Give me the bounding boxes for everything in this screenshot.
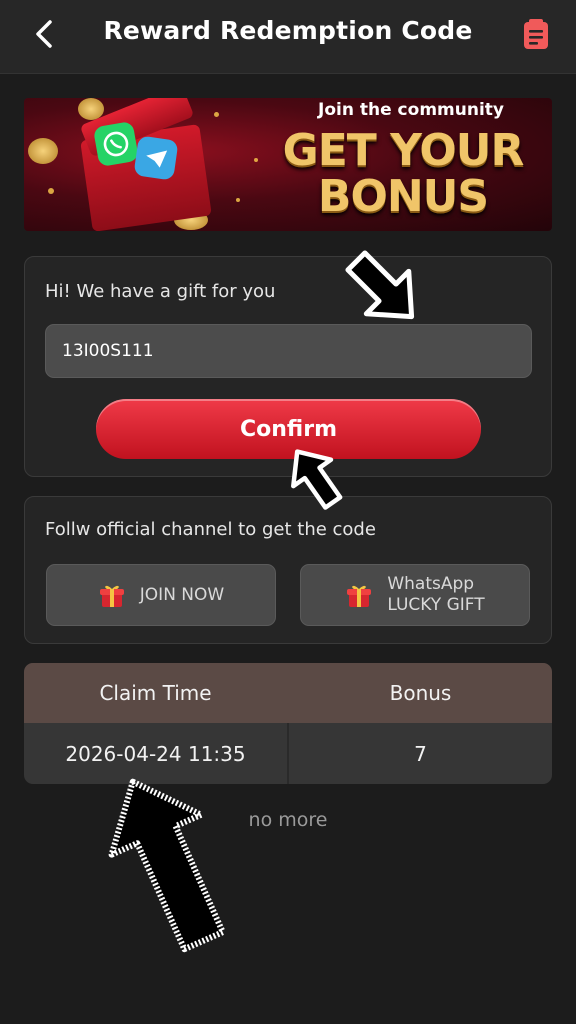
whatsapp-lucky-gift-button[interactable]: WhatsApp LUCKY GIFT [300, 564, 530, 626]
claim-history-table: Claim Time Bonus 2026-04-24 11:35 7 [24, 663, 552, 784]
bonus-header: Bonus [389, 681, 452, 705]
clipboard-list-icon [524, 19, 548, 49]
whatsapp-icon [92, 120, 140, 168]
redemption-code-input[interactable] [45, 324, 532, 378]
pointer-arrow-icon [291, 449, 343, 510]
whatsapp-label: WhatsApp [387, 574, 475, 594]
table-header-row: Claim Time Bonus [24, 663, 552, 723]
claim-time-header: Claim Time [99, 681, 212, 705]
gift-icon [99, 585, 124, 607]
lucky-gift-label: LUCKY GIFT [387, 595, 485, 615]
pointer-arrow-icon [345, 250, 415, 320]
claim-time-cell: 2026-04-24 11:35 [65, 742, 246, 766]
pointer-arrow-icon [108, 778, 226, 953]
page-title: Reward Redemption Code [103, 16, 473, 45]
top-app-bar: Reward Redemption Code [0, 0, 576, 74]
official-channel-card: Follw official channel to get the code J… [24, 496, 552, 644]
column-divider [287, 723, 289, 784]
banner-subtitle: Join the community [318, 100, 504, 120]
promo-banner[interactable]: Join the community GET YOUR BONUS [24, 98, 552, 231]
bonus-cell: 7 [414, 742, 427, 766]
gift-icon [347, 585, 372, 607]
telegram-icon [133, 135, 179, 181]
records-button[interactable] [522, 18, 550, 50]
channel-prompt-label: Follw official channel to get the code [45, 519, 376, 540]
list-end-label: no more [248, 809, 328, 831]
banner-headline: GET YOUR BONUS [282, 125, 525, 222]
join-now-label: JOIN NOW [139, 585, 225, 605]
gift-prompt-label: Hi! We have a gift for you [45, 281, 276, 302]
join-now-button[interactable]: JOIN NOW [46, 564, 276, 626]
